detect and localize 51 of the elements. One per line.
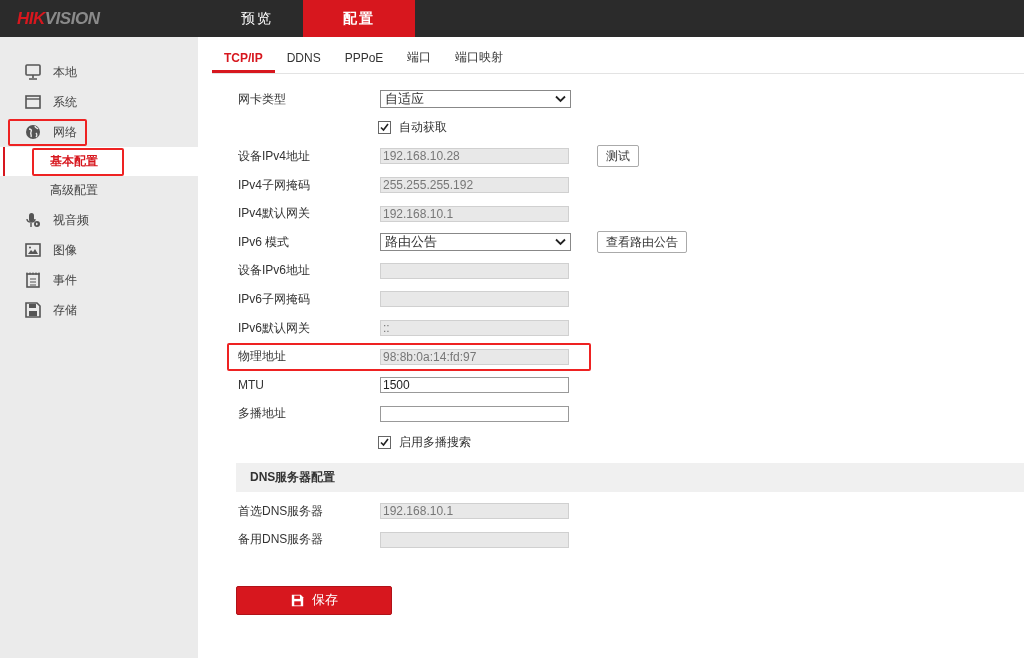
chevron-icon [555,238,566,247]
text-field[interactable]: 1500 [380,377,569,394]
checkbox-label: 启用多播搜索 [399,433,471,451]
action-button[interactable]: 查看路由公告 [597,231,687,254]
save-button[interactable]: 保存 [236,585,392,615]
field-label: 备用DNS服务器 [238,531,325,549]
logo: HIKVISION [16,7,102,30]
tab[interactable]: 端口 [395,45,444,73]
field-label: 设备IPv6地址 [238,262,311,280]
tab[interactable]: TCP/IP [212,45,275,73]
sidebar-item[interactable]: 本地 [8,58,87,86]
checkbox-label: 自动获取 [399,119,447,137]
floppy-icon [290,593,304,607]
nav-tab[interactable]: 预览 [210,0,303,37]
sidebar-subitem[interactable]: 高级配置 [32,176,124,205]
field-label: 多播地址 [238,405,287,423]
image-icon [25,242,41,258]
microphone-icon [25,212,41,228]
window-icon [25,94,41,110]
sidebar-item[interactable]: 存储 [8,296,87,324]
checkbox[interactable] [378,121,391,135]
field-label: 网卡类型 [238,90,287,108]
tab[interactable]: DDNS [274,45,333,73]
globe-icon [25,124,41,140]
dropdown[interactable]: 路由公告 [380,233,571,252]
sidebar-item[interactable]: 事件 [8,266,87,294]
floppy-icon [25,302,41,318]
field-label: 设备IPv4地址 [238,148,311,165]
sidebar-item[interactable]: 视音频 [8,206,99,234]
nav-tab[interactable]: 配置 [303,0,415,37]
sidebar-item[interactable]: 网络 [8,118,87,146]
monitor-icon [25,64,41,80]
text-field[interactable] [380,405,569,422]
field-label: IPv4默认网关 [238,205,311,223]
sidebar-subitem[interactable]: 基本配置 [32,147,124,176]
field-label: IPv6子网掩码 [238,290,311,308]
field-label: IPv4子网掩码 [238,176,311,194]
sidebar-item[interactable]: 系统 [8,88,87,116]
checkbox[interactable] [378,435,391,449]
tab[interactable]: PPPoE [332,45,396,73]
field-label: 物理地址 [238,348,287,366]
field-label: IPv6默认网关 [238,319,311,337]
calendar-icon [25,272,41,288]
field-label: IPv6 模式 [238,233,291,251]
sidebar-item[interactable]: 图像 [8,236,87,264]
chevron-icon [555,95,566,104]
section-header: DNS服务器配置 [236,462,1024,492]
tab[interactable]: 端口映射 [443,45,516,73]
field-label: 首选DNS服务器 [238,502,325,520]
field-label: MTU [238,378,265,393]
dropdown[interactable]: 自适应 [380,90,571,109]
